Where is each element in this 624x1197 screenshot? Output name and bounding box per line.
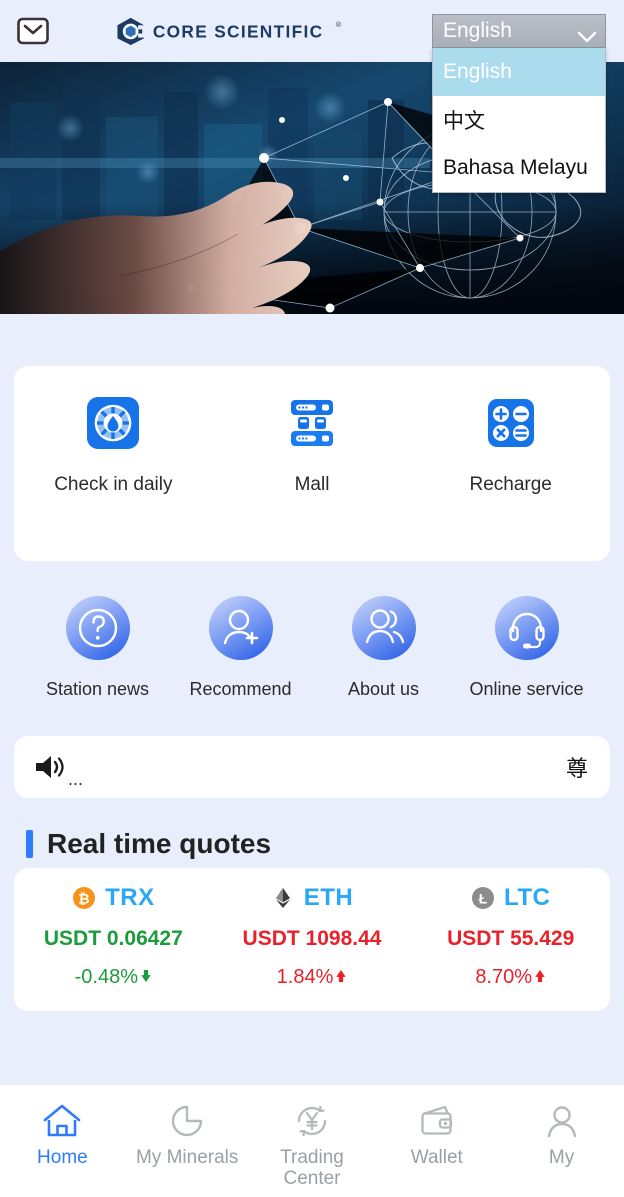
svg-text:Ł: Ł [479, 891, 488, 907]
quote-change-value: 8.70% [475, 966, 533, 988]
tab-home[interactable]: Home [0, 1099, 125, 1168]
headset-icon [494, 595, 560, 661]
quotes-section-header: Real time quotes [26, 828, 624, 860]
shortcut-recommend[interactable]: Recommend [169, 595, 312, 700]
shortcut-label: Online service [469, 679, 584, 699]
shortcut-station-news[interactable]: Station news [26, 595, 169, 700]
quote-price: USDT 55.429 [447, 927, 575, 950]
bitcoin-coin-icon: ₿ [72, 886, 96, 910]
calculator-icon [484, 396, 538, 450]
arrow-down-icon [140, 966, 152, 989]
quote-change: -0.48% [75, 966, 152, 989]
bottom-tab-bar: Home My Minerals Trading Center Wallet M… [0, 1084, 624, 1197]
quote-change: 8.70% [475, 966, 546, 989]
tab-my[interactable]: My [499, 1099, 624, 1168]
ethereum-coin-icon [271, 886, 295, 910]
server-rack-icon [285, 396, 339, 450]
tab-wallet[interactable]: Wallet [374, 1099, 499, 1168]
language-select[interactable]: English English 中文 Bahasa Melayu [432, 14, 606, 193]
section-title: Real time quotes [47, 828, 272, 859]
quick-action-label: Check in daily [54, 474, 173, 495]
chevron-down-icon [577, 25, 597, 43]
wallet-icon [414, 1099, 460, 1143]
quick-action-recharge[interactable]: Recharge [411, 396, 610, 496]
quote-price: USDT 0.06427 [43, 927, 183, 950]
svg-text:₿: ₿ [78, 891, 89, 907]
language-option-malay[interactable]: Bahasa Melayu [433, 144, 605, 192]
language-select-trigger[interactable]: English [432, 14, 606, 48]
tab-label: My [548, 1147, 575, 1168]
brand-registered-mark: ® [336, 20, 342, 29]
app-root: CORE SCIENTIFIC ® English English 中文 Bah… [0, 0, 624, 1197]
language-option-english[interactable]: English [433, 48, 605, 96]
announcement-dots: ... [68, 769, 84, 789]
section-accent-bar [26, 830, 33, 858]
language-option-list[interactable]: English 中文 Bahasa Melayu [432, 48, 606, 193]
quote-symbol: TRX [105, 884, 155, 911]
language-select-value: English [443, 19, 512, 42]
quote-item-ltc[interactable]: Ł LTC USDT 55.429 8.70% [411, 884, 610, 989]
arrow-up-icon [534, 966, 546, 989]
quick-actions-card: Check in daily Mall Recharge [14, 366, 610, 561]
quick-action-mall[interactable]: Mall [213, 396, 412, 496]
tab-label: My Minerals [135, 1147, 239, 1168]
language-option-label: Bahasa Melayu [443, 156, 588, 179]
shortcut-about-us[interactable]: About us [312, 595, 455, 700]
envelope-icon[interactable] [16, 16, 50, 46]
shortcut-row: Station news Recommend About us Online s… [0, 595, 624, 700]
speaker-icon [32, 752, 66, 782]
quotes-card: ₿ TRX USDT 0.06427 -0.48% ETH USDT 1098.… [14, 868, 610, 1011]
logo-hexagon-mark [117, 17, 147, 45]
quote-symbol-row: ₿ TRX [72, 884, 155, 912]
home-icon [39, 1099, 85, 1143]
language-option-label: English [443, 60, 512, 83]
person-icon [539, 1099, 585, 1143]
quote-symbol-row: ETH [271, 884, 354, 912]
currency-exchange-icon [289, 1099, 335, 1143]
announcement-text: 尊 [565, 756, 588, 781]
arrow-up-icon [335, 966, 347, 989]
language-option-label: 中文 [443, 110, 485, 133]
quote-symbol: ETH [303, 884, 354, 911]
tab-label: Trading Center [280, 1147, 344, 1190]
quote-change-value: -0.48% [74, 966, 139, 988]
question-circle-icon [65, 595, 131, 661]
tab-label: Home [37, 1147, 88, 1168]
quick-action-check-in[interactable]: Check in daily [14, 396, 213, 496]
shortcut-label: About us [347, 679, 420, 699]
quote-change-value: 1.84% [276, 966, 334, 988]
quote-item-trx[interactable]: ₿ TRX USDT 0.06427 -0.48% [14, 884, 213, 989]
quote-change: 1.84% [277, 966, 348, 989]
quick-action-label: Recharge [469, 474, 552, 495]
announcement-bar[interactable]: ... 尊 [14, 736, 610, 798]
brand-text: CORE SCIENTIFIC [153, 22, 324, 42]
users-icon [351, 595, 417, 661]
litecoin-coin-icon: Ł [471, 886, 495, 910]
quote-symbol: LTC [503, 884, 551, 911]
shortcut-online-service[interactable]: Online service [455, 595, 598, 700]
quick-actions-wrap: Check in daily Mall Recharge [0, 366, 624, 561]
language-option-chinese[interactable]: 中文 [433, 96, 605, 144]
tab-label: Wallet [410, 1147, 463, 1168]
tab-trading-center[interactable]: Trading Center [250, 1099, 375, 1190]
check-in-icon [86, 396, 140, 450]
quote-price: USDT 1098.44 [242, 927, 382, 950]
shortcut-label: Recommend [189, 679, 292, 699]
quote-item-eth[interactable]: ETH USDT 1098.44 1.84% [213, 884, 412, 989]
tab-my-minerals[interactable]: My Minerals [125, 1099, 250, 1168]
quick-action-label: Mall [294, 474, 330, 495]
shortcut-label: Station news [45, 679, 150, 699]
brand-logo: CORE SCIENTIFIC ® [50, 17, 428, 45]
user-add-icon [208, 595, 274, 661]
quote-symbol-row: Ł LTC [471, 884, 550, 912]
pie-chart-icon [164, 1099, 210, 1143]
